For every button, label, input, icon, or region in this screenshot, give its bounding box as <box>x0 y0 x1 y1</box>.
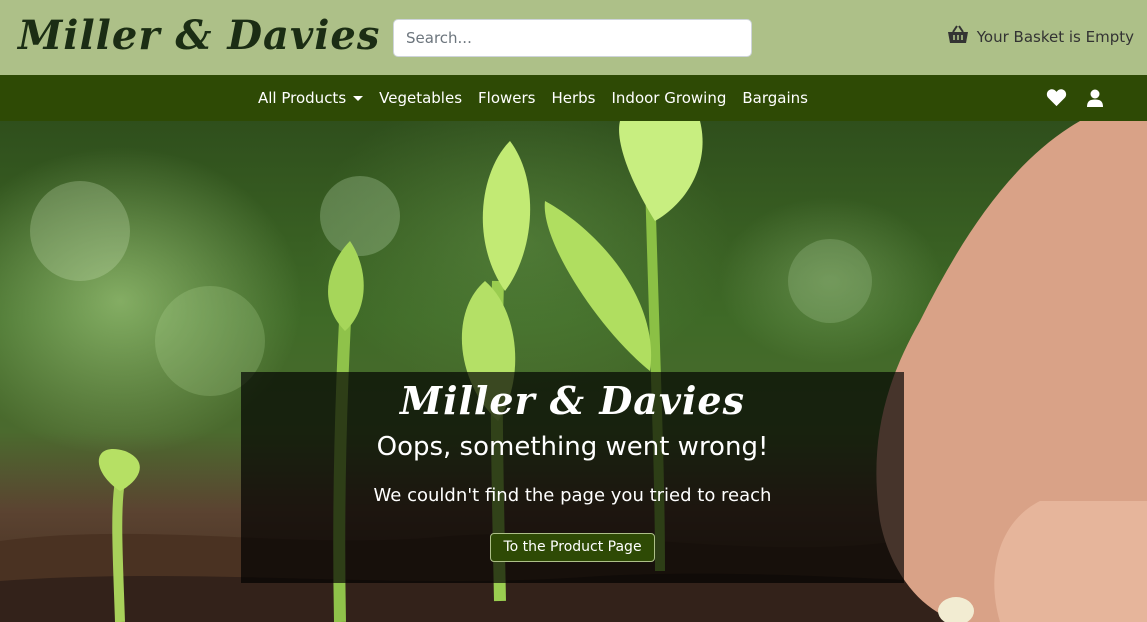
basket-status-text: Your Basket is Empty <box>976 28 1134 46</box>
heart-icon[interactable] <box>1046 88 1067 107</box>
nav-item-vegetables[interactable]: Vegetables <box>379 89 462 107</box>
shopping-basket-icon-graphic <box>947 25 968 43</box>
error-message: We couldn't find the page you tried to r… <box>373 485 772 506</box>
nav-links: All Products Vegetables Flowers Herbs In… <box>258 75 824 121</box>
top-header: Miller & Davies Your Basket is Empty <box>0 0 1147 75</box>
nav-item-label: All Products <box>258 89 347 107</box>
user-icon[interactable] <box>1087 89 1103 107</box>
user-icon-graphic <box>1087 89 1103 107</box>
nav-item-flowers[interactable]: Flowers <box>478 89 535 107</box>
shopping-basket-icon <box>947 25 969 49</box>
product-page-button[interactable]: To the Product Page <box>490 533 655 562</box>
error-heading: Oops, something went wrong! <box>376 432 769 462</box>
site-logo[interactable]: Miller & Davies <box>18 12 380 59</box>
nav-item-all-products[interactable]: All Products <box>258 89 364 107</box>
main-nav: All Products Vegetables Flowers Herbs In… <box>0 75 1147 121</box>
chevron-down-icon <box>353 95 364 101</box>
hero-banner: Miller & Davies Oops, something went wro… <box>0 121 1147 622</box>
nav-item-indoor-growing[interactable]: Indoor Growing <box>612 89 727 107</box>
hero-brand-title: Miller & Davies <box>400 378 745 423</box>
search-input[interactable] <box>393 19 752 57</box>
heart-icon-graphic <box>1046 89 1067 107</box>
nav-icons <box>1046 88 1103 107</box>
nav-item-bargains[interactable]: Bargains <box>742 89 808 107</box>
basket-link[interactable]: Your Basket is Empty <box>947 25 1134 49</box>
nav-item-herbs[interactable]: Herbs <box>551 89 595 107</box>
error-message-panel: Miller & Davies Oops, something went wro… <box>241 372 904 583</box>
